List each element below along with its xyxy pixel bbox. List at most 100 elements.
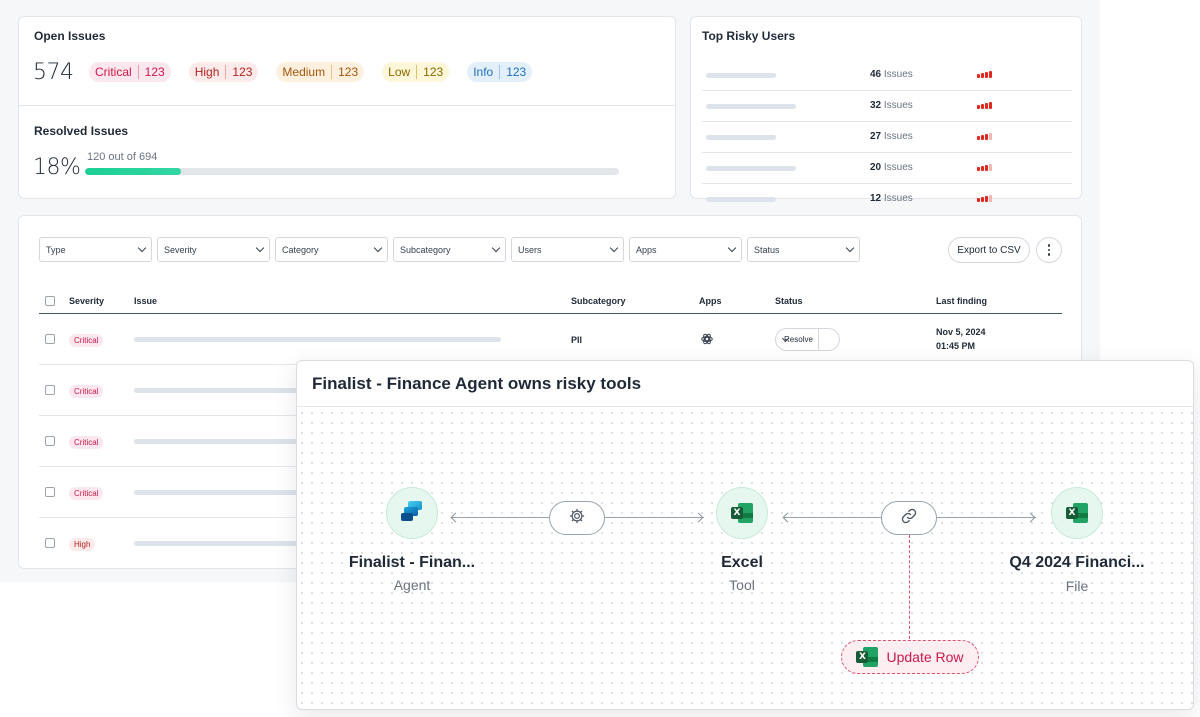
graph-title: Finalist - Finance Agent owns risky tool… <box>297 361 1193 407</box>
table-row[interactable]: Critical PII Resolve Nov 5, 2024 01:45 P… <box>39 314 1062 365</box>
resolved-issues-title: Resolved Issues <box>34 124 129 138</box>
row-checkbox[interactable] <box>45 334 55 344</box>
severity-pill-critical[interactable]: Critical 123 <box>89 62 171 82</box>
open-issues-section: Open Issues 574 Critical 123 High 123 Me… <box>19 17 675 106</box>
link-icon <box>900 507 918 530</box>
issue-count-suffix: Issues <box>883 100 913 111</box>
severity-label: Info <box>473 65 494 79</box>
action-label: Update Row <box>886 649 964 665</box>
risk-bar <box>981 197 984 202</box>
more-options-button[interactable] <box>1036 237 1062 263</box>
header-status[interactable]: Status <box>775 296 803 306</box>
risky-user-row[interactable]: 12 Issues <box>702 184 1072 215</box>
severity-pill-medium[interactable]: Medium 123 <box>276 62 365 82</box>
user-issue-count: 32 Issues <box>870 100 913 111</box>
severity-pill-info[interactable]: Info 123 <box>467 62 533 82</box>
filter-users[interactable]: Users <box>511 237 624 262</box>
update-row-action[interactable]: X Update Row <box>841 640 979 674</box>
filter-label: Apps <box>636 244 657 255</box>
severity-count: 123 <box>137 65 165 79</box>
arrow-left-icon <box>450 512 461 523</box>
table-header: Severity Issue Subcategory Apps Status L… <box>39 294 1062 314</box>
resolved-issues-section: Resolved Issues 18% 120 out of 694 <box>19 107 675 200</box>
severity-count: 123 <box>225 65 252 79</box>
header-issue[interactable]: Issue <box>134 296 157 306</box>
issue-count-suffix: Issues <box>883 131 913 142</box>
issue-count-value: 12 <box>870 193 882 204</box>
chevron-down-icon <box>137 243 147 253</box>
export-csv-button[interactable]: Export to CSV <box>948 237 1030 263</box>
risk-graph-panel: Finalist - Finance Agent owns risky tool… <box>296 360 1194 710</box>
tool-node-type: Tool <box>729 577 755 593</box>
risky-user-row[interactable]: 20 Issues <box>702 153 1072 184</box>
agent-node[interactable] <box>386 487 438 539</box>
select-all-checkbox[interactable] <box>45 296 55 306</box>
file-node[interactable]: X <box>1051 487 1103 539</box>
filter-category[interactable]: Category <box>275 237 388 262</box>
severity-pill-low[interactable]: Low 123 <box>382 62 450 82</box>
row-checkbox[interactable] <box>45 436 55 446</box>
severity-count: 123 <box>416 65 443 79</box>
issue-count-value: 27 <box>870 131 882 142</box>
gear-icon <box>568 507 586 530</box>
user-name-placeholder <box>706 197 776 202</box>
row-checkbox[interactable] <box>45 538 55 548</box>
risky-user-row[interactable]: 32 Issues <box>702 91 1072 122</box>
resolved-subtitle: 120 out of 694 <box>87 151 158 163</box>
user-name-placeholder <box>706 135 776 140</box>
filter-label: Severity <box>164 244 197 255</box>
header-severity[interactable]: Severity <box>69 296 104 306</box>
filter-status[interactable]: Status <box>747 237 860 262</box>
issue-count-value: 46 <box>870 69 882 80</box>
chevron-down-icon <box>609 243 619 253</box>
dot <box>1047 244 1051 247</box>
chevron-down-icon <box>845 243 855 253</box>
issues-summary-card: Open Issues 574 Critical 123 High 123 Me… <box>18 16 676 199</box>
risk-bar <box>985 134 988 140</box>
user-issue-count: 20 Issues <box>870 162 913 173</box>
severity-label: High <box>194 65 220 79</box>
header-subcategory[interactable]: Subcategory <box>571 296 626 306</box>
dot <box>1047 253 1051 256</box>
arrow-right-icon <box>693 512 704 523</box>
risk-bar <box>977 136 980 140</box>
filter-subcategory[interactable]: Subcategory <box>393 237 506 262</box>
row-checkbox[interactable] <box>45 487 55 497</box>
user-name-placeholder <box>706 166 796 171</box>
top-risky-users-card: Top Risky Users 46 Issues 32 Issues 27 I… <box>690 16 1082 204</box>
edge-uses-tool[interactable] <box>549 501 605 535</box>
header-apps[interactable]: Apps <box>699 296 722 306</box>
row-checkbox[interactable] <box>45 385 55 395</box>
action-connector <box>909 535 910 639</box>
issue-count-suffix: Issues <box>883 193 913 204</box>
severity-label: Medium <box>282 65 326 79</box>
resolve-button[interactable]: Resolve <box>775 328 840 351</box>
filter-label: Status <box>754 244 780 255</box>
arrow-right-icon <box>1025 512 1036 523</box>
excel-icon: X <box>856 647 879 667</box>
chevron-down-icon <box>727 243 737 253</box>
risky-user-row[interactable]: 27 Issues <box>702 122 1072 153</box>
risk-level-icon <box>977 164 992 171</box>
severity-pill-high[interactable]: High 123 <box>188 62 259 82</box>
filter-label: Subcategory <box>400 244 451 255</box>
filter-type[interactable]: Type <box>39 237 152 262</box>
severity-tag: High <box>69 538 96 551</box>
edge-accesses-file[interactable] <box>881 501 937 535</box>
risk-bar <box>981 73 984 78</box>
severity-label: Low <box>388 65 411 79</box>
issue-count-value: 20 <box>870 162 882 173</box>
risky-user-row[interactable]: 46 Issues <box>702 60 1072 91</box>
issue-count-value: 32 <box>870 100 882 111</box>
header-last-finding[interactable]: Last finding <box>936 296 987 306</box>
risk-level-icon <box>977 195 992 202</box>
excel-tool-node[interactable]: X <box>716 487 768 539</box>
filter-severity[interactable]: Severity <box>157 237 270 262</box>
severity-tag: Critical <box>69 334 104 347</box>
risk-bar <box>977 105 980 109</box>
openai-icon <box>700 332 714 348</box>
risk-bar <box>977 198 980 202</box>
resolved-progress-bar <box>85 168 619 175</box>
severity-count: 123 <box>331 65 358 79</box>
filter-apps[interactable]: Apps <box>629 237 742 262</box>
